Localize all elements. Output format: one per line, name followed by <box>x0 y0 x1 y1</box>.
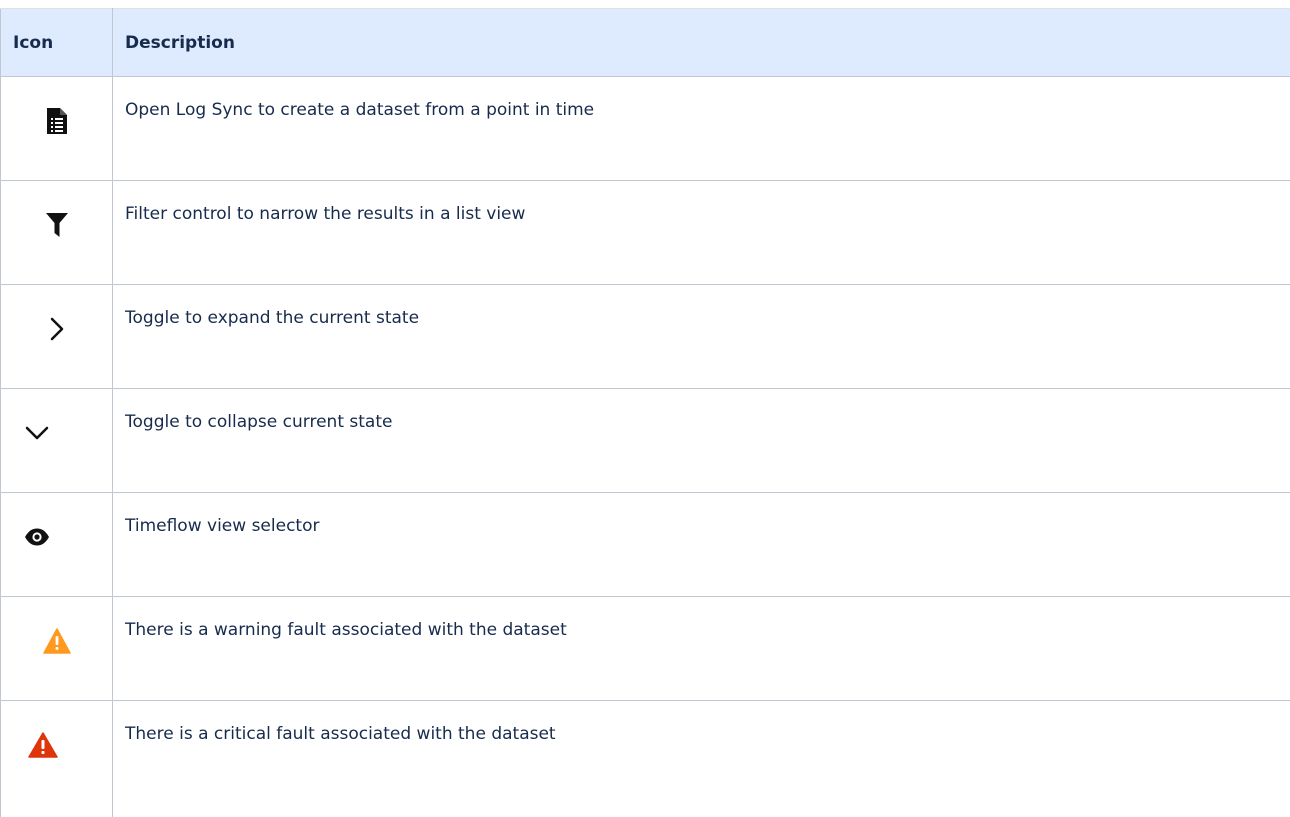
icon-cell <box>1 597 113 701</box>
filter-funnel-icon <box>41 210 73 240</box>
icon-cell <box>1 285 113 389</box>
table-row: Filter control to narrow the results in … <box>1 181 1290 285</box>
column-header-description: Description <box>113 9 1290 77</box>
description-cell: Open Log Sync to create a dataset from a… <box>113 77 1290 181</box>
table-header-row: Icon Description <box>1 9 1290 77</box>
description-text: Toggle to collapse current state <box>113 389 1290 434</box>
description-cell: There is a warning fault associated with… <box>113 597 1290 701</box>
column-header-icon: Icon <box>1 9 113 77</box>
description-cell: Filter control to narrow the results in … <box>113 181 1290 285</box>
description-text: There is a warning fault associated with… <box>113 597 1290 642</box>
chevron-down-icon <box>21 418 53 448</box>
description-cell: Timeflow view selector <box>113 493 1290 597</box>
table-row: Open Log Sync to create a dataset from a… <box>1 77 1290 181</box>
log-file-icon <box>41 106 73 136</box>
description-text: Timeflow view selector <box>113 493 1290 538</box>
description-cell: Toggle to expand the current state <box>113 285 1290 389</box>
icon-cell <box>1 77 113 181</box>
warning-triangle-icon <box>41 626 73 656</box>
description-text: There is a critical fault associated wit… <box>113 701 1290 746</box>
description-cell: There is a critical fault associated wit… <box>113 701 1290 817</box>
description-text: Filter control to narrow the results in … <box>113 181 1290 226</box>
description-text: Open Log Sync to create a dataset from a… <box>113 77 1290 122</box>
icon-cell <box>1 181 113 285</box>
table-row: Toggle to collapse current state <box>1 389 1290 493</box>
description-cell: Toggle to collapse current state <box>113 389 1290 493</box>
table-row: Timeflow view selector <box>1 493 1290 597</box>
chevron-right-icon <box>41 314 73 344</box>
table-row: Toggle to expand the current state <box>1 285 1290 389</box>
icon-cell <box>1 701 113 817</box>
critical-triangle-icon <box>27 730 59 760</box>
table-row: There is a warning fault associated with… <box>1 597 1290 701</box>
description-text: Toggle to expand the current state <box>113 285 1290 330</box>
icon-cell <box>1 493 113 597</box>
table-row: There is a critical fault associated wit… <box>1 701 1290 817</box>
icon-description-table: Icon Description <box>0 8 1290 817</box>
icon-cell <box>1 389 113 493</box>
eye-icon <box>21 522 53 552</box>
